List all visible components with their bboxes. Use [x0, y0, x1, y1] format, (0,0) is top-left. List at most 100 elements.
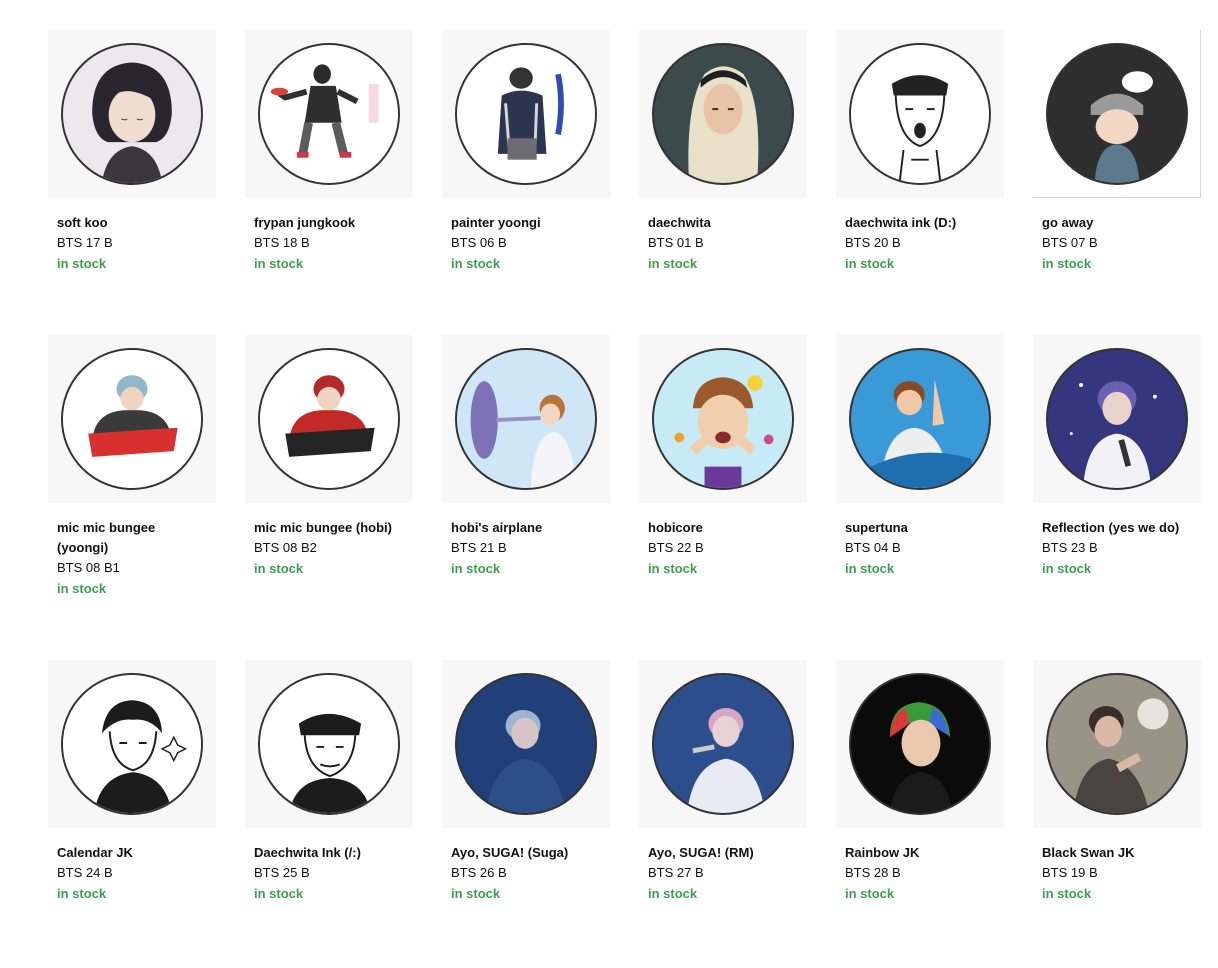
- product-title[interactable]: soft koo: [57, 213, 207, 233]
- product-title[interactable]: daechwita: [648, 213, 798, 233]
- product-title[interactable]: painter yoongi: [451, 213, 601, 233]
- airplane-art: [457, 350, 595, 488]
- product-card[interactable]: Calendar JK BTS 24 B in stock: [48, 660, 216, 905]
- calendar-ink-art: [63, 675, 201, 813]
- product-card[interactable]: mic mic bungee (yoongi) BTS 08 B1 in sto…: [48, 335, 216, 600]
- product-title[interactable]: supertuna: [845, 518, 995, 538]
- product-title[interactable]: hobi's airplane: [451, 518, 601, 538]
- stock-status: in stock: [648, 886, 698, 901]
- stock-status: in stock: [254, 561, 304, 576]
- stock-status: in stock: [648, 561, 698, 576]
- product-title[interactable]: frypan jungkook: [254, 213, 404, 233]
- stock-status: in stock: [57, 581, 107, 596]
- product-card[interactable]: Daechwita Ink (/:) BTS 25 B in stock: [245, 660, 413, 905]
- reflection-art: [1048, 350, 1186, 488]
- product-sku: BTS 23 B: [1042, 540, 1098, 555]
- stock-status: in stock: [1042, 886, 1092, 901]
- product-card[interactable]: supertuna BTS 04 B in stock: [836, 335, 1004, 580]
- portrait-art: [63, 45, 201, 183]
- product-image[interactable]: [1033, 30, 1201, 198]
- product-image[interactable]: [48, 335, 216, 503]
- product-image[interactable]: [836, 660, 1004, 828]
- product-image[interactable]: [48, 660, 216, 828]
- stock-status: in stock: [57, 256, 107, 271]
- headband-ink-art: [260, 675, 398, 813]
- rainbow-hair-art: [851, 675, 989, 813]
- product-image[interactable]: [442, 335, 610, 503]
- product-card[interactable]: mic mic bungee (hobi) BTS 08 B2 in stock: [245, 335, 413, 580]
- stock-status: in stock: [845, 256, 895, 271]
- product-title[interactable]: Rainbow JK: [845, 843, 995, 863]
- product-title[interactable]: Ayo, SUGA! (Suga): [451, 843, 601, 863]
- product-image[interactable]: [836, 335, 1004, 503]
- stock-status: in stock: [57, 886, 107, 901]
- button-pin-image: [258, 348, 400, 490]
- product-image[interactable]: [245, 335, 413, 503]
- product-sku: BTS 08 B1: [57, 560, 120, 575]
- product-image[interactable]: [48, 30, 216, 198]
- product-image[interactable]: [639, 30, 807, 198]
- product-card[interactable]: Black Swan JK BTS 19 B in stock: [1033, 660, 1201, 905]
- button-pin-image: [652, 673, 794, 815]
- product-image[interactable]: [836, 30, 1004, 198]
- product-sku: BTS 25 B: [254, 865, 310, 880]
- product-title[interactable]: mic mic bungee (yoongi): [57, 518, 207, 558]
- product-title[interactable]: Reflection (yes we do): [1042, 518, 1192, 538]
- button-pin-image: [455, 673, 597, 815]
- product-card[interactable]: daechwita BTS 01 B in stock: [639, 30, 807, 275]
- product-card[interactable]: Ayo, SUGA! (RM) BTS 27 B in stock: [639, 660, 807, 905]
- button-pin-image: [258, 673, 400, 815]
- product-title[interactable]: daechwita ink (D:): [845, 213, 995, 233]
- product-card[interactable]: Reflection (yes we do) BTS 23 B in stock: [1033, 335, 1201, 580]
- stock-status: in stock: [648, 256, 698, 271]
- product-card[interactable]: Ayo, SUGA! (Suga) BTS 26 B in stock: [442, 660, 610, 905]
- product-image[interactable]: [442, 660, 610, 828]
- product-sku: BTS 24 B: [57, 865, 113, 880]
- button-pin-image: [258, 43, 400, 185]
- product-card[interactable]: soft koo BTS 17 B in stock: [48, 30, 216, 275]
- button-pin-image: [455, 43, 597, 185]
- product-title[interactable]: mic mic bungee (hobi): [254, 518, 404, 538]
- product-card[interactable]: hobicore BTS 22 B in stock: [639, 335, 807, 580]
- button-pin-image: [652, 348, 794, 490]
- product-title[interactable]: Calendar JK: [57, 843, 207, 863]
- product-sku: BTS 07 B: [1042, 235, 1098, 250]
- product-image[interactable]: [1033, 335, 1201, 503]
- product-card[interactable]: daechwita ink (D:) BTS 20 B in stock: [836, 30, 1004, 275]
- supertuna-art: [851, 350, 989, 488]
- button-pin-image: [849, 43, 991, 185]
- product-sku: BTS 22 B: [648, 540, 704, 555]
- stage-suga-art: [457, 675, 595, 813]
- product-card[interactable]: hobi's airplane BTS 21 B in stock: [442, 335, 610, 580]
- product-title[interactable]: Daechwita Ink (/:): [254, 843, 404, 863]
- product-image[interactable]: [1033, 660, 1201, 828]
- product-title[interactable]: Black Swan JK: [1042, 843, 1192, 863]
- product-image[interactable]: [442, 30, 610, 198]
- button-pin-image: [61, 673, 203, 815]
- mic-mic-art: [63, 350, 201, 488]
- product-sku: BTS 04 B: [845, 540, 901, 555]
- product-image[interactable]: [639, 660, 807, 828]
- product-sku: BTS 26 B: [451, 865, 507, 880]
- product-title[interactable]: Ayo, SUGA! (RM): [648, 843, 798, 863]
- product-card[interactable]: go away BTS 07 B in stock: [1033, 30, 1201, 275]
- stock-status: in stock: [254, 886, 304, 901]
- product-image[interactable]: [639, 335, 807, 503]
- stock-status: in stock: [451, 561, 501, 576]
- blonde-portrait-art: [654, 45, 792, 183]
- product-image[interactable]: [245, 30, 413, 198]
- product-sku: BTS 21 B: [451, 540, 507, 555]
- product-card[interactable]: Rainbow JK BTS 28 B in stock: [836, 660, 1004, 905]
- button-pin-image: [61, 348, 203, 490]
- product-card[interactable]: painter yoongi BTS 06 B in stock: [442, 30, 610, 275]
- product-title[interactable]: go away: [1042, 213, 1192, 233]
- product-sku: BTS 27 B: [648, 865, 704, 880]
- product-card[interactable]: frypan jungkook BTS 18 B in stock: [245, 30, 413, 275]
- button-pin-image: [849, 673, 991, 815]
- product-image[interactable]: [245, 660, 413, 828]
- product-sku: BTS 08 B2: [254, 540, 317, 555]
- stock-status: in stock: [845, 561, 895, 576]
- black-swan-art: [1048, 675, 1186, 813]
- product-title[interactable]: hobicore: [648, 518, 798, 538]
- stock-status: in stock: [845, 886, 895, 901]
